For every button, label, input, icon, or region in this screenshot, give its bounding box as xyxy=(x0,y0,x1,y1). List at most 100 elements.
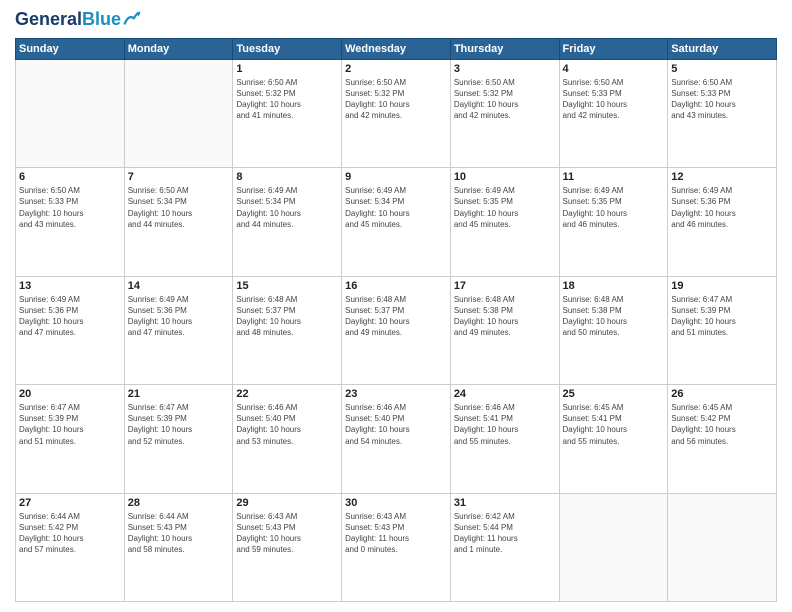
day-info: Sunrise: 6:50 AM Sunset: 5:34 PM Dayligh… xyxy=(128,185,230,230)
day-number: 28 xyxy=(128,497,230,509)
day-info: Sunrise: 6:48 AM Sunset: 5:38 PM Dayligh… xyxy=(454,294,556,339)
weekday-header-tuesday: Tuesday xyxy=(233,38,342,59)
logo: GeneralBlue xyxy=(15,10,141,30)
calendar-cell: 24 Sunrise: 6:46 AM Sunset: 5:41 PM Dayli… xyxy=(450,385,559,493)
day-info: Sunrise: 6:50 AM Sunset: 5:33 PM Dayligh… xyxy=(671,77,773,122)
logo-text: GeneralBlue xyxy=(15,10,121,30)
day-info: Sunrise: 6:50 AM Sunset: 5:33 PM Dayligh… xyxy=(19,185,121,230)
day-info: Sunrise: 6:42 AM Sunset: 5:44 PM Dayligh… xyxy=(454,511,556,556)
calendar-cell: 25Sunrise: 6:45 AM Sunset: 5:41 PM Dayli… xyxy=(559,385,668,493)
calendar-cell: 22 Sunrise: 6:46 AM Sunset: 5:40 PM Dayli… xyxy=(233,385,342,493)
day-number: 6 xyxy=(19,171,121,183)
day-info: Sunrise: 6:49 AM Sunset: 5:34 PM Dayligh… xyxy=(345,185,447,230)
day-number: 17 xyxy=(454,280,556,292)
calendar-cell xyxy=(559,493,668,601)
week-row-4: 27Sunrise: 6:44 AM Sunset: 5:42 PM Dayli… xyxy=(16,493,777,601)
day-number: 30 xyxy=(345,497,447,509)
day-info: Sunrise: 6:46 AM Sunset: 5:41 PM Dayligh… xyxy=(454,402,556,447)
calendar-cell: 23Sunrise: 6:46 AM Sunset: 5:40 PM Dayli… xyxy=(342,385,451,493)
header: GeneralBlue xyxy=(15,10,777,30)
day-number: 8 xyxy=(236,171,338,183)
calendar-cell: 1 Sunrise: 6:50 AM Sunset: 5:32 PM Daylig… xyxy=(233,59,342,167)
day-info: Sunrise: 6:49 AM Sunset: 5:34 PM Dayligh… xyxy=(236,185,338,230)
calendar-cell: 13 Sunrise: 6:49 AM Sunset: 5:36 PM Dayli… xyxy=(16,276,125,384)
day-number: 18 xyxy=(563,280,665,292)
day-number: 2 xyxy=(345,63,447,75)
day-number: 11 xyxy=(563,171,665,183)
calendar-cell: 5 Sunrise: 6:50 AM Sunset: 5:33 PM Daylig… xyxy=(668,59,777,167)
day-number: 20 xyxy=(19,388,121,400)
calendar-cell: 15 Sunrise: 6:48 AM Sunset: 5:37 PM Dayli… xyxy=(233,276,342,384)
day-info: Sunrise: 6:43 AM Sunset: 5:43 PM Dayligh… xyxy=(345,511,447,556)
calendar-cell xyxy=(16,59,125,167)
calendar-cell: 3 Sunrise: 6:50 AM Sunset: 5:32 PM Daylig… xyxy=(450,59,559,167)
calendar-cell: 14 Sunrise: 6:49 AM Sunset: 5:36 PM Dayli… xyxy=(124,276,233,384)
week-row-1: 6 Sunrise: 6:50 AM Sunset: 5:33 PM Daylig… xyxy=(16,168,777,276)
calendar-cell: 27Sunrise: 6:44 AM Sunset: 5:42 PM Dayli… xyxy=(16,493,125,601)
day-number: 29 xyxy=(236,497,338,509)
calendar-cell: 11Sunrise: 6:49 AM Sunset: 5:35 PM Dayli… xyxy=(559,168,668,276)
day-number: 4 xyxy=(563,63,665,75)
day-number: 10 xyxy=(454,171,556,183)
day-info: Sunrise: 6:47 AM Sunset: 5:39 PM Dayligh… xyxy=(19,402,121,447)
calendar-cell: 18 Sunrise: 6:48 AM Sunset: 5:38 PM Dayli… xyxy=(559,276,668,384)
calendar-cell: 16 Sunrise: 6:48 AM Sunset: 5:37 PM Dayli… xyxy=(342,276,451,384)
week-row-2: 13 Sunrise: 6:49 AM Sunset: 5:36 PM Dayli… xyxy=(16,276,777,384)
calendar-cell: 19Sunrise: 6:47 AM Sunset: 5:39 PM Dayli… xyxy=(668,276,777,384)
day-info: Sunrise: 6:50 AM Sunset: 5:32 PM Dayligh… xyxy=(454,77,556,122)
calendar-cell: 26 Sunrise: 6:45 AM Sunset: 5:42 PM Dayli… xyxy=(668,385,777,493)
day-info: Sunrise: 6:46 AM Sunset: 5:40 PM Dayligh… xyxy=(345,402,447,447)
day-number: 3 xyxy=(454,63,556,75)
weekday-header-thursday: Thursday xyxy=(450,38,559,59)
day-number: 12 xyxy=(671,171,773,183)
day-number: 22 xyxy=(236,388,338,400)
day-number: 24 xyxy=(454,388,556,400)
day-info: Sunrise: 6:45 AM Sunset: 5:42 PM Dayligh… xyxy=(671,402,773,447)
day-info: Sunrise: 6:50 AM Sunset: 5:33 PM Dayligh… xyxy=(563,77,665,122)
day-info: Sunrise: 6:49 AM Sunset: 5:36 PM Dayligh… xyxy=(19,294,121,339)
day-number: 15 xyxy=(236,280,338,292)
day-number: 16 xyxy=(345,280,447,292)
calendar-cell: 21Sunrise: 6:47 AM Sunset: 5:39 PM Dayli… xyxy=(124,385,233,493)
calendar-cell: 20 Sunrise: 6:47 AM Sunset: 5:39 PM Dayli… xyxy=(16,385,125,493)
weekday-header-row: SundayMondayTuesdayWednesdayThursdayFrid… xyxy=(16,38,777,59)
day-number: 21 xyxy=(128,388,230,400)
day-info: Sunrise: 6:49 AM Sunset: 5:36 PM Dayligh… xyxy=(671,185,773,230)
weekday-header-sunday: Sunday xyxy=(16,38,125,59)
calendar-cell: 28 Sunrise: 6:44 AM Sunset: 5:43 PM Dayli… xyxy=(124,493,233,601)
day-number: 1 xyxy=(236,63,338,75)
day-number: 14 xyxy=(128,280,230,292)
day-number: 19 xyxy=(671,280,773,292)
day-info: Sunrise: 6:43 AM Sunset: 5:43 PM Dayligh… xyxy=(236,511,338,556)
calendar-cell: 8 Sunrise: 6:49 AM Sunset: 5:34 PM Daylig… xyxy=(233,168,342,276)
day-number: 26 xyxy=(671,388,773,400)
calendar-cell: 2 Sunrise: 6:50 AM Sunset: 5:32 PM Daylig… xyxy=(342,59,451,167)
day-number: 27 xyxy=(19,497,121,509)
day-info: Sunrise: 6:46 AM Sunset: 5:40 PM Dayligh… xyxy=(236,402,338,447)
calendar-cell: 17 Sunrise: 6:48 AM Sunset: 5:38 PM Dayli… xyxy=(450,276,559,384)
calendar-cell: 7 Sunrise: 6:50 AM Sunset: 5:34 PM Daylig… xyxy=(124,168,233,276)
day-info: Sunrise: 6:49 AM Sunset: 5:36 PM Dayligh… xyxy=(128,294,230,339)
day-info: Sunrise: 6:48 AM Sunset: 5:37 PM Dayligh… xyxy=(236,294,338,339)
day-info: Sunrise: 6:50 AM Sunset: 5:32 PM Dayligh… xyxy=(236,77,338,122)
day-info: Sunrise: 6:48 AM Sunset: 5:37 PM Dayligh… xyxy=(345,294,447,339)
week-row-3: 20 Sunrise: 6:47 AM Sunset: 5:39 PM Dayli… xyxy=(16,385,777,493)
day-info: Sunrise: 6:50 AM Sunset: 5:32 PM Dayligh… xyxy=(345,77,447,122)
day-number: 7 xyxy=(128,171,230,183)
week-row-0: 1 Sunrise: 6:50 AM Sunset: 5:32 PM Daylig… xyxy=(16,59,777,167)
day-number: 5 xyxy=(671,63,773,75)
calendar-table: SundayMondayTuesdayWednesdayThursdayFrid… xyxy=(15,38,777,602)
day-info: Sunrise: 6:44 AM Sunset: 5:43 PM Dayligh… xyxy=(128,511,230,556)
day-number: 13 xyxy=(19,280,121,292)
day-number: 25 xyxy=(563,388,665,400)
logo-icon xyxy=(123,11,141,29)
day-info: Sunrise: 6:48 AM Sunset: 5:38 PM Dayligh… xyxy=(563,294,665,339)
calendar-cell: 30 Sunrise: 6:43 AM Sunset: 5:43 PM Dayli… xyxy=(342,493,451,601)
weekday-header-friday: Friday xyxy=(559,38,668,59)
day-number: 9 xyxy=(345,171,447,183)
weekday-header-saturday: Saturday xyxy=(668,38,777,59)
calendar-cell: 6 Sunrise: 6:50 AM Sunset: 5:33 PM Daylig… xyxy=(16,168,125,276)
day-info: Sunrise: 6:49 AM Sunset: 5:35 PM Dayligh… xyxy=(454,185,556,230)
calendar-cell: 29 Sunrise: 6:43 AM Sunset: 5:43 PM Dayli… xyxy=(233,493,342,601)
calendar-cell xyxy=(124,59,233,167)
